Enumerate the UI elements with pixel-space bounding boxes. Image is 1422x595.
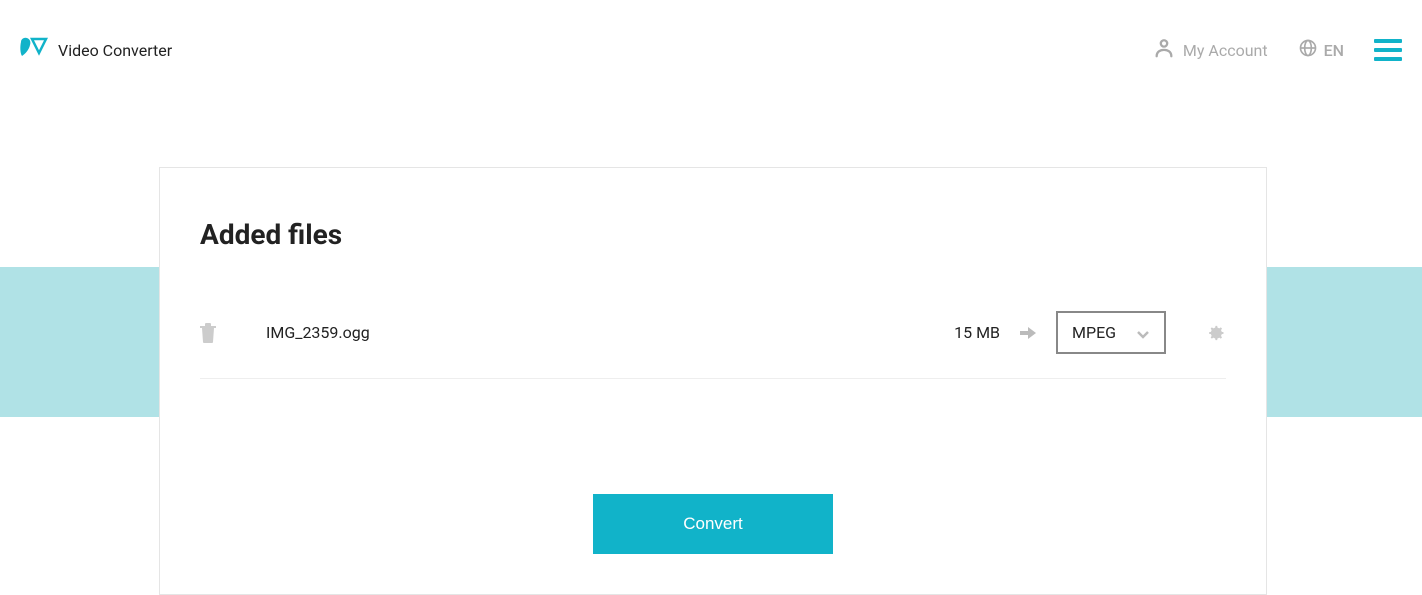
my-account-link[interactable]: My Account: [1153, 37, 1268, 63]
language-label: EN: [1324, 41, 1344, 60]
convert-button[interactable]: Convert: [593, 494, 833, 554]
files-card: Added files IMG_2359.ogg 15 MB MPEG: [159, 167, 1267, 595]
brand[interactable]: Video Converter: [20, 36, 172, 64]
file-name: IMG_2359.ogg: [236, 323, 934, 342]
file-row: IMG_2359.ogg 15 MB MPEG: [200, 311, 1226, 379]
menu-button[interactable]: [1374, 39, 1402, 61]
brand-logo-icon: [20, 36, 48, 64]
user-icon: [1153, 37, 1175, 63]
chevron-down-icon: [1136, 326, 1150, 340]
header-right: My Account EN: [1153, 37, 1402, 63]
language-selector[interactable]: EN: [1298, 38, 1344, 62]
brand-name: Video Converter: [58, 41, 172, 60]
my-account-label: My Account: [1183, 41, 1268, 60]
hamburger-icon: [1374, 39, 1402, 61]
app-header: Video Converter My Account EN: [0, 0, 1422, 100]
format-dropdown[interactable]: MPEG: [1056, 311, 1166, 354]
card-title: Added files: [200, 218, 1226, 251]
arrow-right-icon: [1020, 325, 1036, 341]
format-label: MPEG: [1072, 323, 1116, 342]
globe-icon: [1298, 38, 1318, 62]
file-size: 15 MB: [954, 323, 1000, 342]
gear-icon[interactable]: [1206, 323, 1226, 343]
trash-icon[interactable]: [200, 323, 216, 343]
